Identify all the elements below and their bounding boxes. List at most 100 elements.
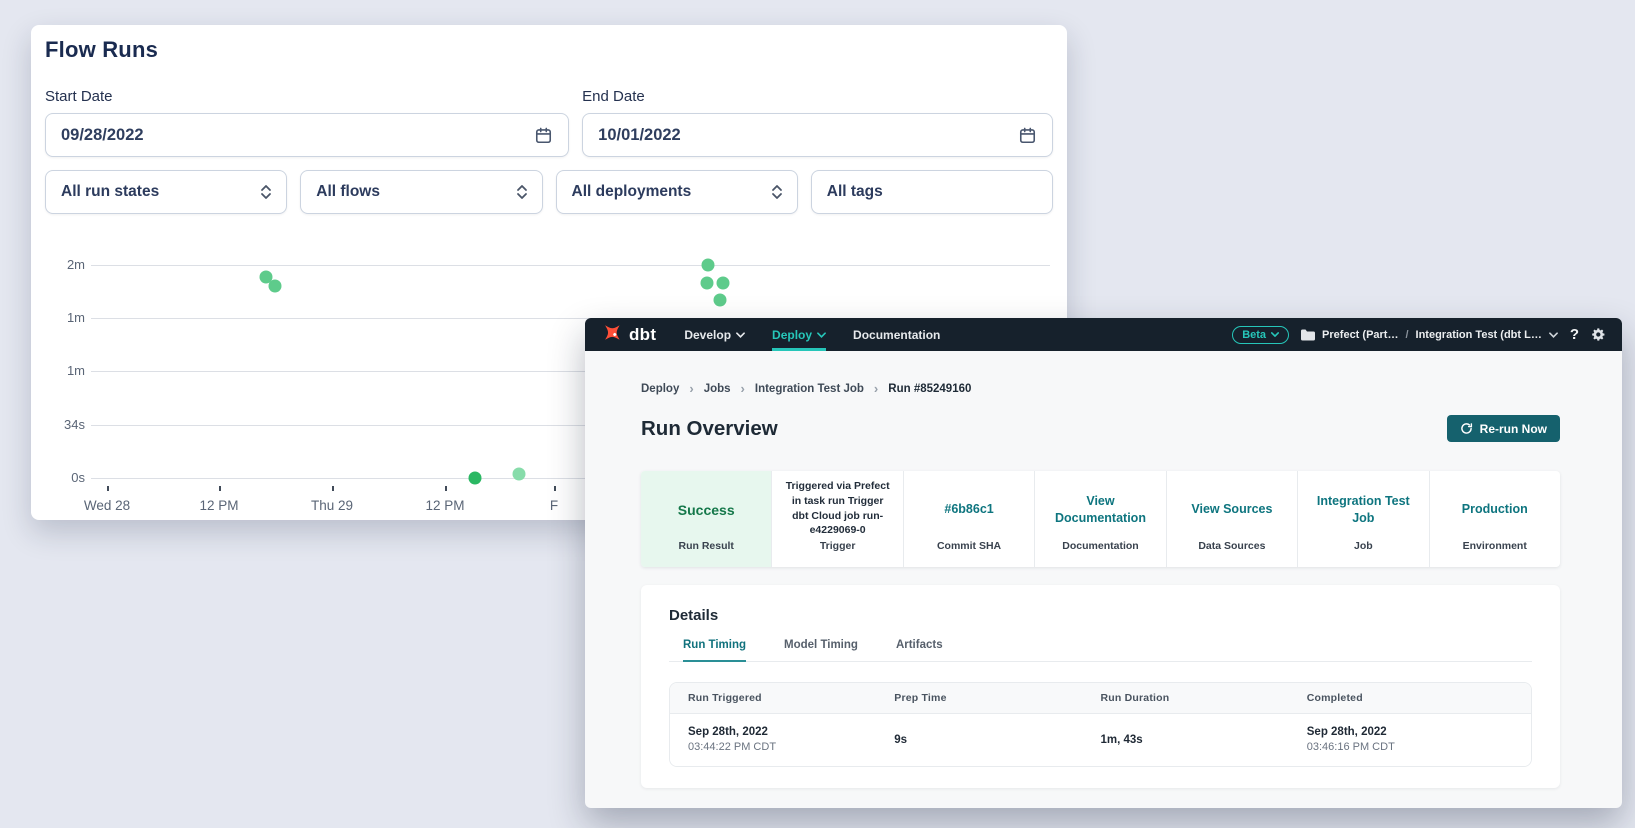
nav-item-label: Deploy	[772, 328, 812, 342]
y-axis-tick: 1m	[45, 310, 85, 325]
rerun-now-button[interactable]: Re-run Now	[1447, 415, 1560, 442]
x-axis-label: Thu 29	[311, 498, 353, 513]
header-completed: Completed	[1307, 692, 1513, 704]
start-date-field: Start Date 09/28/2022	[45, 88, 569, 157]
flow-run-point[interactable]	[701, 277, 714, 290]
cell-run-duration: 1m, 43s	[1101, 734, 1307, 746]
run-triggered-time: 03:44:22 PM CDT	[688, 741, 894, 753]
card-documentation: View Documentation Documentation	[1034, 471, 1165, 567]
calendar-icon[interactable]	[1018, 126, 1037, 145]
flow-run-point[interactable]	[702, 259, 715, 272]
run-triggered-date: Sep 28th, 2022	[688, 726, 894, 738]
start-date-label: Start Date	[45, 88, 569, 105]
folder-icon	[1301, 329, 1315, 341]
cell-completed: Sep 28th, 2022 03:46:16 PM CDT	[1307, 726, 1513, 753]
beta-badge-label: Beta	[1242, 329, 1266, 341]
chevron-down-icon	[817, 332, 826, 338]
table-header-row: Run Triggered Prep Time Run Duration Com…	[670, 683, 1531, 714]
flows-select-value: All flows	[316, 183, 515, 201]
header-prep-time: Prep Time	[894, 692, 1100, 704]
dbt-cloud-window: dbt Develop Deploy Documentation Beta	[585, 318, 1622, 808]
x-axis-tickmark	[332, 486, 334, 491]
flow-run-point[interactable]	[714, 294, 727, 307]
view-sources-link[interactable]: View Sources	[1167, 471, 1297, 540]
card-commit-sha: #6b86c1 Commit SHA	[903, 471, 1034, 567]
nav-item-develop[interactable]: Develop	[684, 318, 745, 351]
tab-model-timing[interactable]: Model Timing	[784, 639, 858, 661]
trigger-value: Triggered via Prefect in task run Trigge…	[772, 471, 902, 540]
job-link[interactable]: Integration Test Job	[1298, 471, 1428, 540]
card-job: Integration Test Job Job	[1297, 471, 1428, 567]
chevron-down-icon	[1271, 332, 1279, 337]
table-row: Sep 28th, 2022 03:44:22 PM CDT 9s 1m, 43…	[670, 714, 1531, 766]
tags-select-value: All tags	[827, 183, 1038, 201]
completed-date: Sep 28th, 2022	[1307, 726, 1513, 738]
y-axis-tick: 34s	[45, 417, 85, 432]
flow-run-point[interactable]	[717, 277, 730, 290]
breadcrumb-jobs[interactable]: Jobs	[704, 383, 731, 395]
deployments-select[interactable]: All deployments	[556, 170, 798, 214]
end-date-value: 10/01/2022	[598, 126, 1018, 145]
view-documentation-link[interactable]: View Documentation	[1035, 471, 1165, 540]
environment-link[interactable]: Production	[1430, 471, 1560, 540]
flow-run-point[interactable]	[269, 280, 282, 293]
start-date-input[interactable]: 09/28/2022	[45, 113, 569, 157]
details-tabs: Run Timing Model Timing Artifacts	[669, 639, 1532, 662]
x-axis-tickmark	[445, 486, 447, 491]
breadcrumb-separator: ›	[741, 381, 745, 396]
gridline	[91, 265, 1050, 266]
card-data-sources: View Sources Data Sources	[1166, 471, 1297, 567]
flow-run-point[interactable]	[513, 468, 526, 481]
breadcrumb: Deploy › Jobs › Integration Test Job › R…	[641, 381, 1560, 396]
calendar-icon[interactable]	[534, 126, 553, 145]
flow-run-point[interactable]	[469, 472, 482, 485]
details-panel: Details Run Timing Model Timing Artifact…	[641, 585, 1560, 788]
dbt-logo-text: dbt	[629, 325, 656, 345]
run-summary-cards: Success Run Result Triggered via Prefect…	[641, 471, 1560, 567]
x-axis-tickmark	[554, 486, 556, 491]
filter-selects-row: All run states All flows All deployments…	[45, 170, 1053, 214]
y-axis-tick: 0s	[45, 470, 85, 485]
run-result-value: Success	[641, 471, 771, 540]
run-states-select[interactable]: All run states	[45, 170, 287, 214]
beta-badge[interactable]: Beta	[1232, 326, 1289, 344]
tab-artifacts[interactable]: Artifacts	[896, 639, 943, 661]
breadcrumb-job-name[interactable]: Integration Test Job	[755, 383, 864, 395]
account-project-switcher[interactable]: Prefect (Part… / Integration Test (dbt L…	[1301, 329, 1558, 341]
run-states-select-value: All run states	[61, 183, 260, 201]
help-button[interactable]: ?	[1570, 326, 1579, 343]
header-run-duration: Run Duration	[1101, 692, 1307, 704]
breadcrumb-separator: ›	[874, 381, 878, 396]
documentation-label: Documentation	[1035, 540, 1165, 567]
account-separator: /	[1405, 329, 1408, 341]
breadcrumb-run-id: Run #85249160	[888, 383, 971, 395]
tab-run-timing[interactable]: Run Timing	[683, 639, 746, 662]
chevron-down-icon	[1549, 332, 1558, 338]
data-sources-label: Data Sources	[1167, 540, 1297, 567]
job-label: Job	[1298, 540, 1428, 567]
dbt-logo-icon	[601, 324, 622, 345]
top-nav-right: Beta Prefect (Part… / Integration Test (…	[1232, 326, 1606, 344]
desktop: Flow Runs Start Date 09/28/2022 End Date…	[0, 0, 1635, 828]
breadcrumb-deploy[interactable]: Deploy	[641, 383, 679, 395]
refresh-icon	[1460, 422, 1473, 435]
commit-sha-link[interactable]: #6b86c1	[904, 471, 1034, 540]
account-name: Prefect (Part…	[1322, 329, 1398, 341]
updown-chevron-icon	[260, 183, 272, 201]
tags-select[interactable]: All tags	[811, 170, 1053, 214]
card-environment: Production Environment	[1429, 471, 1560, 567]
gear-icon[interactable]	[1591, 327, 1606, 342]
x-axis-label: 12 PM	[199, 498, 238, 513]
flows-select[interactable]: All flows	[300, 170, 542, 214]
x-axis-label: 12 PM	[425, 498, 464, 513]
nav-item-deploy[interactable]: Deploy	[772, 318, 826, 351]
cell-prep-time: 9s	[894, 734, 1100, 746]
end-date-field: End Date 10/01/2022	[582, 88, 1053, 157]
cell-run-triggered: Sep 28th, 2022 03:44:22 PM CDT	[688, 726, 894, 753]
x-axis-tickmark	[107, 486, 109, 491]
rerun-now-label: Re-run Now	[1480, 422, 1547, 436]
card-trigger: Triggered via Prefect in task run Trigge…	[771, 471, 902, 567]
dbt-logo[interactable]: dbt	[601, 324, 656, 345]
nav-item-documentation[interactable]: Documentation	[853, 318, 940, 351]
end-date-input[interactable]: 10/01/2022	[582, 113, 1053, 157]
